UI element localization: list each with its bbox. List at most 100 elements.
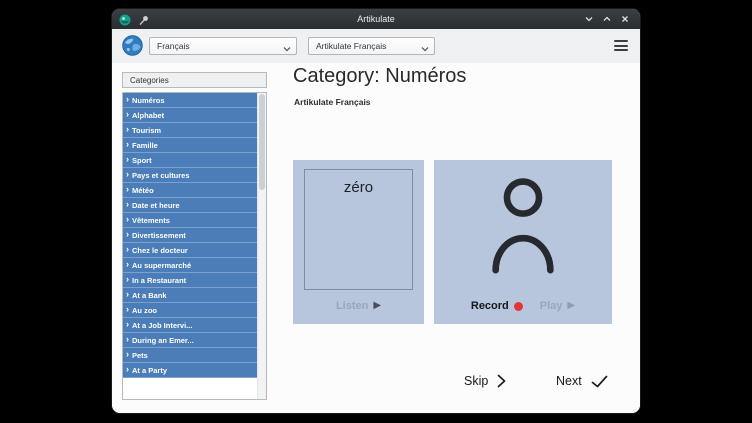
sidebar-item-label: Au zoo bbox=[132, 306, 157, 315]
course-select[interactable]: Artikulate Français bbox=[308, 37, 435, 55]
sidebar-item[interactable]: ›Date et heure bbox=[123, 198, 258, 213]
sidebar-item[interactable]: ›In a Restaurant bbox=[123, 273, 258, 288]
window-title: Artikulate bbox=[112, 9, 640, 29]
sidebar-scrollbar[interactable] bbox=[257, 93, 266, 399]
sidebar-item[interactable]: ›Numéros bbox=[123, 93, 258, 108]
chevron-right-icon: › bbox=[126, 125, 129, 134]
chevron-right-icon: › bbox=[126, 245, 129, 254]
chevron-right-icon: › bbox=[126, 170, 129, 179]
sidebar-item[interactable]: ›Au zoo bbox=[123, 303, 258, 318]
app-window: Artikulate bbox=[112, 9, 640, 413]
close-icon bbox=[618, 12, 632, 26]
chevron-right-icon: › bbox=[126, 215, 129, 224]
sidebar-item[interactable]: ›Vêtements bbox=[123, 213, 258, 228]
sidebar-item-label: Numéros bbox=[132, 96, 165, 105]
sidebar-list: ›Numéros›Alphabet›Tourism›Famille›Sport›… bbox=[123, 93, 258, 399]
close-button[interactable] bbox=[618, 12, 632, 26]
skip-button-label: Skip bbox=[464, 374, 488, 388]
sidebar-item-label: In a Restaurant bbox=[132, 276, 186, 285]
record-button-label: Record bbox=[471, 300, 509, 312]
sidebar-item-label: Vêtements bbox=[132, 216, 170, 225]
sidebar-item-label: Pays et cultures bbox=[132, 171, 190, 180]
chevron-right-icon: › bbox=[126, 185, 129, 194]
chevron-right-icon: › bbox=[126, 350, 129, 359]
sidebar-item[interactable]: ›Tourism bbox=[123, 123, 258, 138]
page-title: Category: Numéros bbox=[293, 65, 466, 88]
sidebar-item[interactable]: ›Pets bbox=[123, 348, 258, 363]
language-select[interactable]: Français bbox=[149, 37, 297, 55]
chevron-right-icon: › bbox=[126, 230, 129, 239]
chevron-right-icon: › bbox=[126, 365, 129, 374]
sidebar-scrollbar-thumb[interactable] bbox=[259, 94, 265, 190]
content-area: Categories ›Numéros›Alphabet›Tourism›Fam… bbox=[112, 63, 640, 413]
sidebar-item[interactable]: ›Pays et cultures bbox=[123, 168, 258, 183]
phrase-box: zéro bbox=[304, 169, 413, 290]
chevron-right-icon: › bbox=[126, 155, 129, 164]
sidebar-item[interactable]: ›Météo bbox=[123, 183, 258, 198]
chevron-right-icon: › bbox=[126, 140, 129, 149]
check-icon bbox=[591, 375, 608, 388]
chevron-right-icon: › bbox=[126, 110, 129, 119]
chevron-right-icon: › bbox=[126, 305, 129, 314]
course-select-value: Artikulate Français bbox=[316, 41, 386, 51]
sidebar-item-label: Chez le docteur bbox=[132, 246, 188, 255]
play-button-label: Play bbox=[540, 300, 563, 312]
hamburger-line bbox=[614, 40, 628, 42]
phrase-text: zéro bbox=[305, 179, 412, 196]
chevron-right-icon: › bbox=[126, 275, 129, 284]
next-button-label: Next bbox=[556, 374, 582, 388]
toolbar: Français Artikulate Français bbox=[112, 29, 640, 64]
listen-button-label: Listen bbox=[336, 300, 368, 312]
sidebar-item-label: At a Bank bbox=[132, 291, 167, 300]
globe-icon bbox=[122, 35, 143, 56]
chevron-right-icon: › bbox=[126, 290, 129, 299]
sidebar-item-label: Sport bbox=[132, 156, 152, 165]
sidebar-item[interactable]: ›Sport bbox=[123, 153, 258, 168]
next-button[interactable]: Next bbox=[556, 374, 608, 388]
sidebar-item[interactable]: ›At a Bank bbox=[123, 288, 258, 303]
categories-header[interactable]: Categories bbox=[122, 72, 267, 88]
play-triangle-icon: ▶ bbox=[373, 301, 381, 311]
sidebar-item-label: Famille bbox=[132, 141, 158, 150]
sidebar-item[interactable]: ›During an Emer... bbox=[123, 333, 258, 348]
sidebar-item[interactable]: ›At a Job Intervi... bbox=[123, 318, 258, 333]
maximize-button[interactable] bbox=[600, 12, 614, 26]
categories-sidebar: Categories ›Numéros›Alphabet›Tourism›Fam… bbox=[122, 72, 267, 400]
chevron-right-icon: › bbox=[126, 95, 129, 104]
play-button[interactable]: Play ▶ bbox=[528, 300, 575, 312]
record-button[interactable]: Record bbox=[471, 300, 523, 312]
sidebar-item-label: Alphabet bbox=[132, 111, 164, 120]
skip-button[interactable]: Skip bbox=[464, 374, 506, 388]
sidebar-item-label: Divertissement bbox=[132, 231, 186, 240]
sidebar-item-label: During an Emer... bbox=[132, 336, 194, 345]
chevron-right-icon: › bbox=[126, 200, 129, 209]
chevron-down-icon bbox=[421, 44, 429, 54]
phrase-card: zéro Listen ▶ bbox=[293, 160, 424, 324]
sidebar-item-label: Au supermarché bbox=[132, 261, 191, 270]
play-triangle-icon: ▶ bbox=[567, 301, 575, 311]
sidebar-item[interactable]: ›At a Party bbox=[123, 363, 258, 378]
chevron-down-icon bbox=[283, 44, 291, 54]
chevron-right-icon bbox=[497, 374, 506, 388]
hamburger-line bbox=[614, 49, 628, 51]
sidebar-item-label: At a Job Intervi... bbox=[132, 321, 192, 330]
sidebar-item[interactable]: ›Chez le docteur bbox=[123, 243, 258, 258]
hamburger-menu-button[interactable] bbox=[614, 40, 628, 51]
language-select-value: Français bbox=[157, 41, 190, 51]
categories-frame: ›Numéros›Alphabet›Tourism›Famille›Sport›… bbox=[122, 92, 267, 400]
titlebar[interactable]: Artikulate bbox=[112, 9, 640, 29]
minimize-button[interactable] bbox=[582, 12, 596, 26]
sidebar-item[interactable]: ›Divertissement bbox=[123, 228, 258, 243]
sidebar-item[interactable]: ›Famille bbox=[123, 138, 258, 153]
sidebar-item[interactable]: ›Alphabet bbox=[123, 108, 258, 123]
user-silhouette-icon bbox=[490, 172, 556, 281]
sidebar-item-label: Météo bbox=[132, 186, 154, 195]
sidebar-item-label: Date et heure bbox=[132, 201, 180, 210]
record-card: Record Play ▶ bbox=[434, 160, 612, 324]
chevron-right-icon: › bbox=[126, 320, 129, 329]
sidebar-item-label: Tourism bbox=[132, 126, 161, 135]
listen-button[interactable]: Listen ▶ bbox=[336, 300, 381, 312]
sidebar-item[interactable]: ›Au supermarché bbox=[123, 258, 258, 273]
chevron-up-icon bbox=[600, 12, 614, 26]
chevron-right-icon: › bbox=[126, 260, 129, 269]
